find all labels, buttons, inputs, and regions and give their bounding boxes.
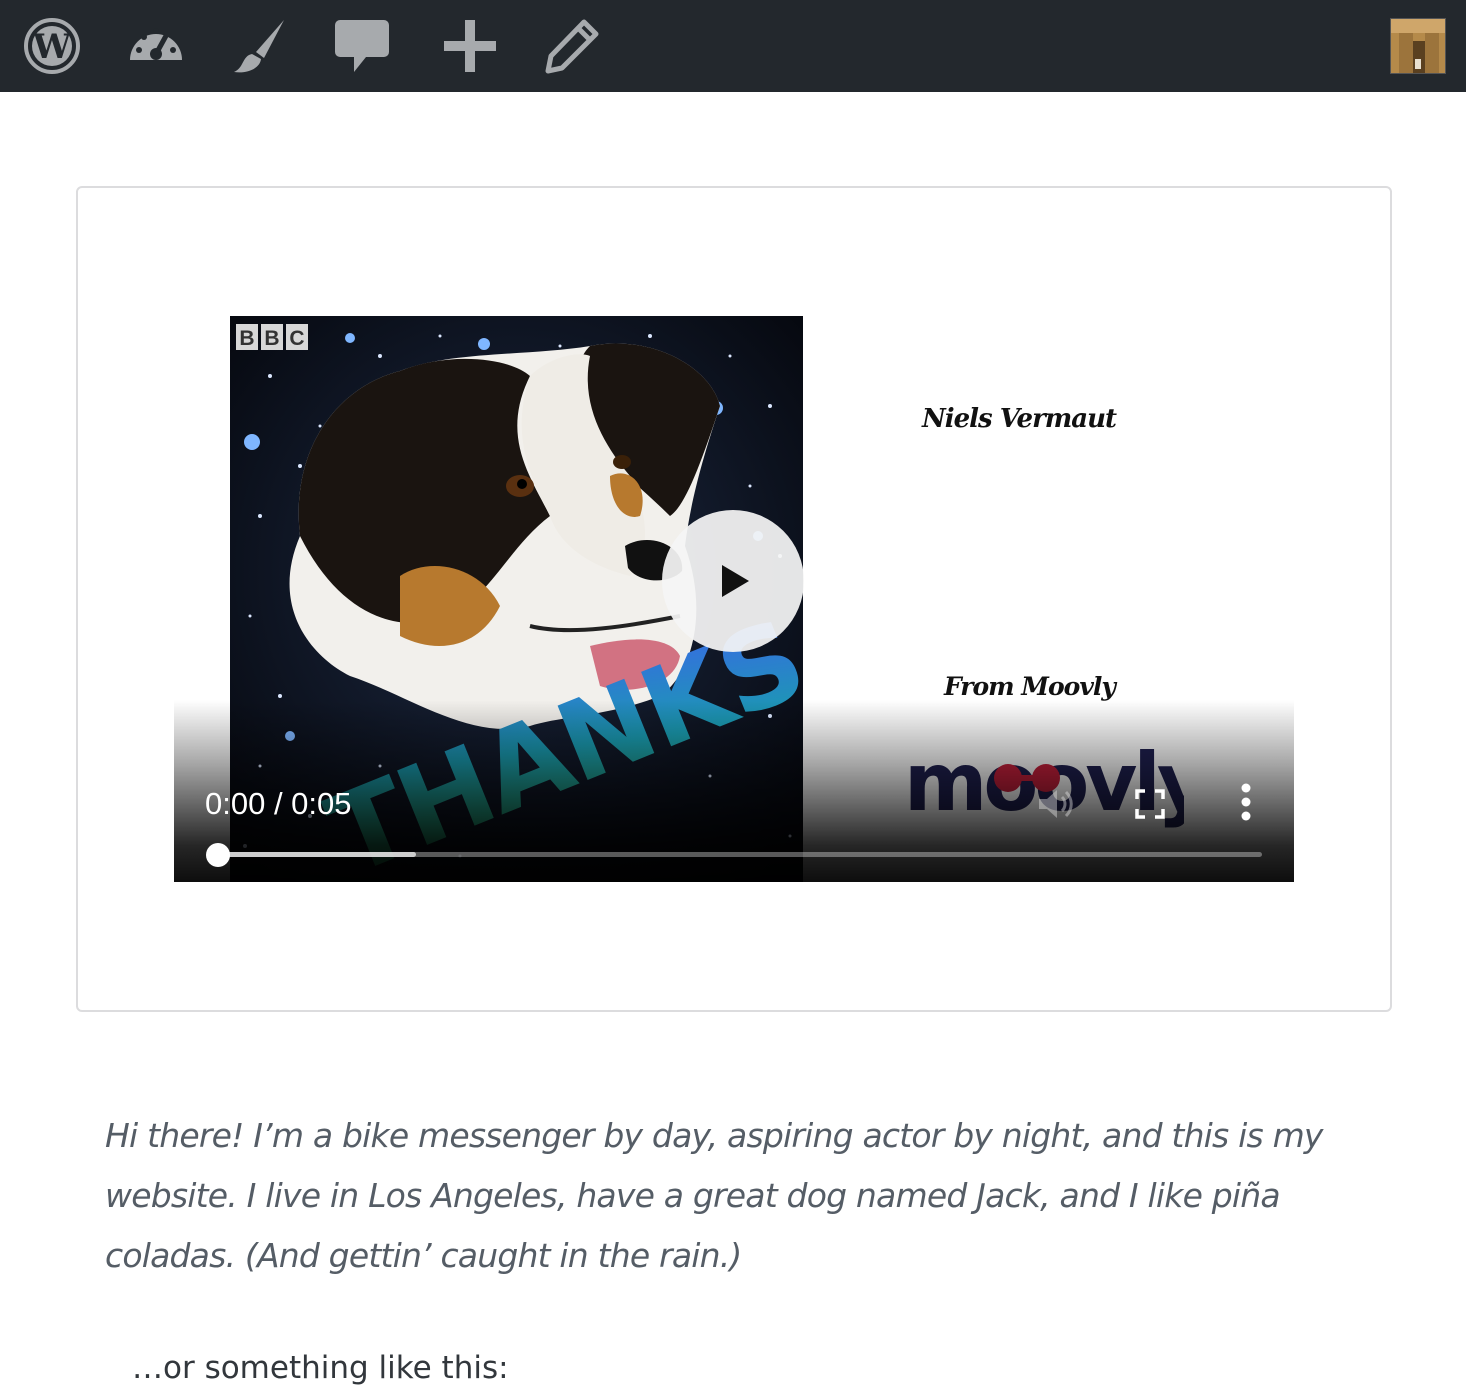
dashboard-button[interactable] — [124, 14, 188, 78]
progress-scrubber[interactable] — [206, 843, 230, 867]
fullscreen-button[interactable] — [1128, 784, 1172, 824]
progress-buffered — [218, 852, 417, 857]
new-content-button[interactable] — [438, 14, 502, 78]
followup-paragraph: …or something like this: — [132, 1350, 509, 1386]
avatar-image — [1391, 19, 1445, 73]
bbc-watermark: B B C — [236, 324, 308, 350]
credit-from: From Moovly — [944, 672, 1116, 701]
time-display: 0:00 / 0:05 — [205, 786, 352, 821]
fullscreen-icon — [1135, 789, 1165, 819]
svg-text:B: B — [264, 327, 279, 350]
admin-bar: W — [0, 0, 1466, 92]
credit-name: Niels Vermaut — [922, 404, 1117, 434]
play-button[interactable] — [662, 510, 804, 652]
video-player[interactable]: B B C THANKS Niels Ver — [174, 300, 1294, 882]
progress-bar[interactable] — [206, 843, 1262, 867]
svg-text:C: C — [289, 327, 304, 350]
user-avatar[interactable] — [1390, 18, 1446, 74]
edit-post-button[interactable] — [540, 14, 604, 78]
edit-icon — [545, 19, 599, 74]
wordpress-logo-icon: W — [24, 18, 80, 74]
intro-paragraph: Hi there! I’m a bike messenger by day, a… — [105, 1116, 1323, 1275]
comments-button[interactable] — [330, 14, 394, 78]
new-content-icon — [444, 20, 496, 72]
comments-icon — [335, 20, 389, 72]
wordpress-logo-button[interactable]: W — [20, 14, 84, 78]
dashboard-icon — [130, 28, 182, 60]
customize-button[interactable] — [228, 14, 292, 78]
volume-icon — [1039, 790, 1073, 818]
svg-text:B: B — [239, 327, 254, 350]
more-options-button[interactable] — [1230, 780, 1262, 824]
play-icon — [722, 565, 749, 597]
more-vertical-icon — [1241, 783, 1251, 821]
customize-icon — [234, 20, 284, 73]
mute-button[interactable] — [1030, 782, 1080, 826]
svg-text:W: W — [32, 27, 72, 67]
